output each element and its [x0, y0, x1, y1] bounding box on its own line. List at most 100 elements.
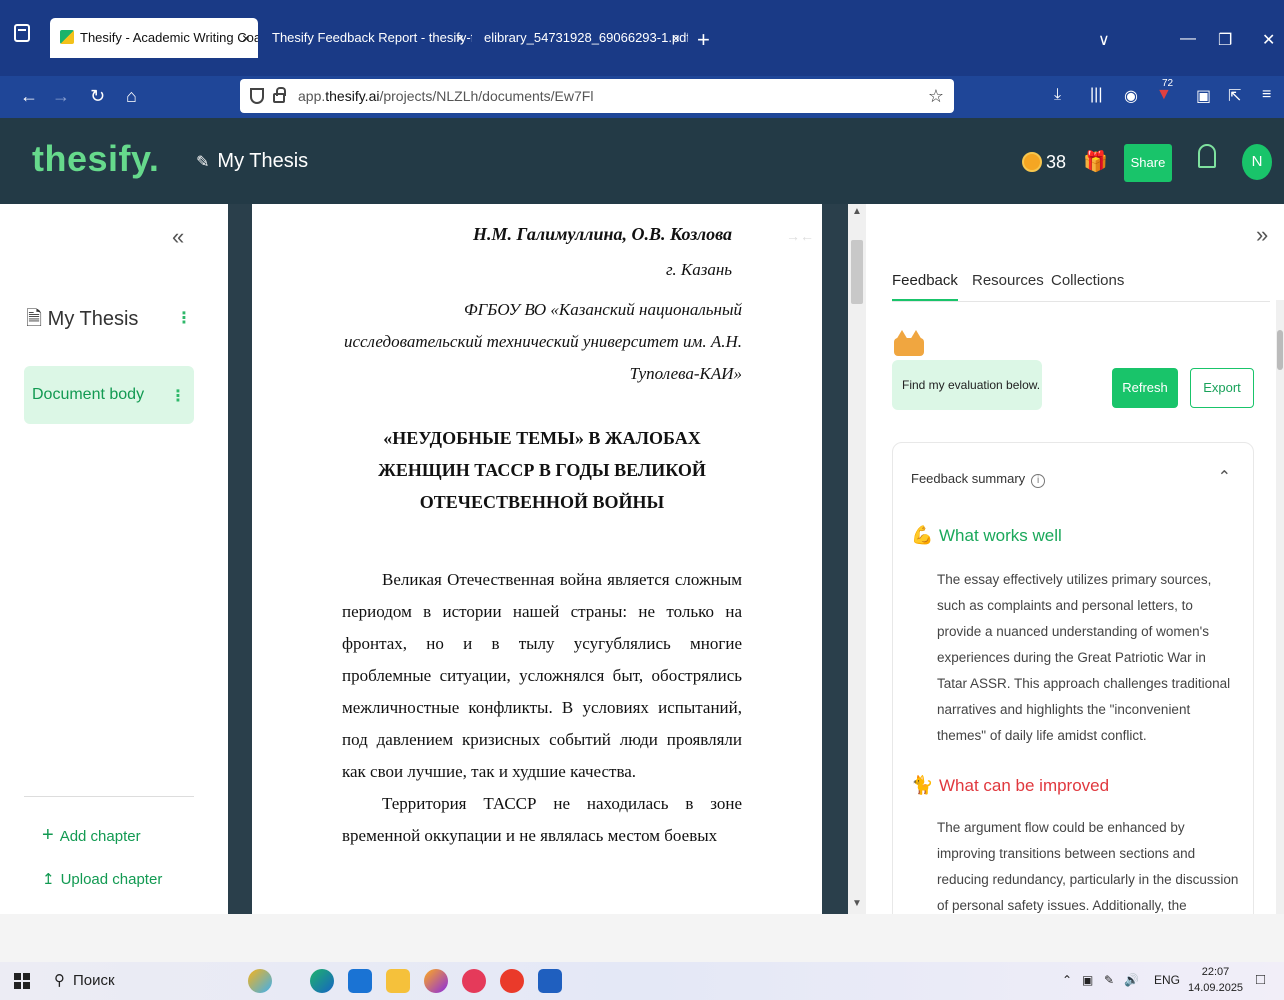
close-window-icon[interactable]: ✕	[1262, 30, 1275, 50]
back-icon[interactable]: ←	[20, 85, 38, 107]
logo-pane	[23, 973, 30, 980]
works-well-title: What works well	[939, 526, 1062, 545]
close-tab-icon[interactable]: ×	[672, 18, 680, 58]
assistant-message: Find my evaluation below.	[892, 360, 1042, 410]
split-resize-icon[interactable]: →←	[786, 228, 814, 244]
pen-icon[interactable]: ✎	[1104, 973, 1114, 987]
works-well-text: The essay effectively utilizes primary s…	[937, 572, 1231, 743]
tab-pdf[interactable]: elibrary_54731928_69066293-1.pdf ×	[476, 18, 688, 58]
scroll-down-icon[interactable]: ▼	[852, 898, 862, 909]
export-button[interactable]: Export	[1190, 368, 1254, 408]
cat-mascot-icon	[894, 330, 924, 356]
logo-pane	[23, 982, 30, 989]
close-tab-icon[interactable]: ×	[242, 18, 250, 58]
collapse-panel-button[interactable]: »	[1256, 222, 1268, 248]
document-icon: 🗎	[26, 308, 43, 330]
clock[interactable]: 22:07 14.09.2025	[1188, 964, 1243, 996]
date: 14.09.2025	[1188, 982, 1244, 994]
document-viewer[interactable]: Н.М. Галимуллина, О.В. Козлова г. Казань…	[228, 204, 848, 914]
project-menu-icon[interactable]: ⋮	[176, 308, 192, 328]
chevron-up-icon[interactable]: ⌃	[1218, 467, 1231, 487]
tray-overflow-icon[interactable]: ⌃	[1062, 973, 1072, 987]
reload-icon[interactable]: ↻	[90, 85, 105, 107]
item-menu-icon[interactable]: ⋮	[170, 386, 186, 406]
url-path: /projects/NLZLh/documents/Ew7Fl	[379, 88, 594, 104]
app-header: thesify. ✎ My Thesis 38 🎁 Share N	[0, 118, 1284, 204]
add-chapter-button[interactable]: + Add chapter	[42, 824, 141, 847]
avatar[interactable]: N	[1242, 144, 1272, 180]
refresh-button[interactable]: Refresh	[1112, 368, 1178, 408]
improve-text: The argument flow could be enhanced by i…	[937, 820, 1239, 913]
upload-chapter-button[interactable]: ↥ Upload chapter	[42, 870, 162, 888]
reader-icon[interactable]: ▣	[1196, 86, 1211, 106]
document-body-text: Великая Отечественная война является сло…	[342, 564, 742, 852]
credits-count: 38	[1046, 152, 1067, 172]
extension-icon[interactable]: ▼ 72	[1156, 78, 1173, 104]
info-icon[interactable]: i	[1031, 474, 1046, 488]
url-prefix: app.	[298, 88, 326, 104]
search-icon: ⚲	[54, 972, 65, 989]
close-tab-icon[interactable]: ×	[456, 18, 464, 58]
address-bar[interactable]: app.thesify.ai/projects/NLZLh/documents/…	[240, 79, 954, 113]
lock-icon[interactable]	[273, 87, 286, 103]
taskbar-search[interactable]: ⚲ Поиск	[54, 966, 115, 996]
share-page-icon[interactable]: ⇱	[1228, 86, 1241, 106]
tab-collections[interactable]: Collections	[1051, 272, 1124, 289]
tab-resources[interactable]: Resources	[972, 272, 1044, 289]
account-icon[interactable]: ◉	[1124, 86, 1138, 106]
document-title: «НЕУДОБНЫЕ ТЕМЫ» В ЖАЛОБАХ ЖЕНЩИН ТАССР …	[378, 428, 706, 512]
scrollbar-thumb[interactable]	[851, 240, 863, 304]
scroll-up-icon[interactable]: ▲	[852, 206, 862, 217]
downloads-icon[interactable]: ⤓	[1054, 86, 1061, 104]
document-page[interactable]: Н.М. Галимуллина, О.В. Козлова г. Казань…	[252, 204, 822, 914]
forward-icon[interactable]: →	[52, 85, 70, 107]
tab-title: Thesify - Academic Writing Coa	[80, 30, 258, 45]
panel-tabs: Feedback Resources Collections	[892, 270, 1270, 302]
network-icon[interactable]: ▣	[1082, 973, 1093, 987]
coin-icon	[1022, 152, 1042, 172]
share-button[interactable]: Share	[1124, 144, 1172, 182]
tracking-shield-icon[interactable]	[250, 88, 264, 104]
word-icon[interactable]	[538, 969, 562, 993]
copilot-icon[interactable]	[248, 969, 272, 993]
restore-icon[interactable]: ❐	[1218, 30, 1232, 50]
cat-mascot-icon: 🐈	[911, 775, 934, 795]
collapse-sidebar-button[interactable]: «	[172, 224, 184, 250]
chapter-sidebar: « 🗎 My Thesis ⋮ Document body ⋮ + Add cha…	[0, 204, 228, 914]
windows-start-icon[interactable]	[14, 973, 30, 989]
file-explorer-icon[interactable]	[386, 969, 410, 993]
bookmark-star-icon[interactable]: ☆	[928, 79, 944, 113]
yandex-browser-icon[interactable]	[462, 969, 486, 993]
improve-title: What can be improved	[939, 776, 1110, 795]
volume-icon[interactable]: 🔊	[1124, 973, 1139, 987]
scrollbar-thumb[interactable]	[1277, 330, 1283, 370]
project-title[interactable]: ✎ My Thesis	[196, 150, 308, 173]
language-indicator[interactable]: ENG	[1154, 973, 1180, 987]
new-tab-button[interactable]: +	[697, 29, 710, 51]
gift-icon[interactable]: 🎁	[1083, 149, 1108, 174]
firefox-icon[interactable]	[424, 969, 448, 993]
tab-overflow-chevron-icon[interactable]: ∨	[1098, 30, 1110, 50]
sidebar-project[interactable]: 🗎 My Thesis	[26, 304, 138, 338]
tab-title: elibrary_54731928_69066293-1.pdf	[484, 30, 688, 45]
edge-icon[interactable]	[310, 969, 334, 993]
improve-heading: 🐈 What can be improved	[911, 775, 1109, 796]
library-icon[interactable]: |||	[1090, 86, 1102, 104]
tab-list-icon[interactable]	[14, 24, 30, 42]
minimize-icon[interactable]: —	[1180, 30, 1196, 48]
notifications-icon[interactable]: □	[1256, 971, 1265, 988]
thesify-logo[interactable]: thesify.	[32, 138, 159, 180]
sidebar-item-document-body[interactable]: Document body ⋮	[24, 366, 194, 424]
tab-thesify[interactable]: Thesify - Academic Writing Coa ×	[50, 18, 258, 58]
document-authors: Н.М. Галимуллина, О.В. Козлова	[472, 224, 732, 244]
yandex-icon[interactable]	[500, 969, 524, 993]
tab-feedback[interactable]: Feedback	[892, 272, 958, 301]
home-icon[interactable]: ⌂	[126, 85, 137, 107]
document-scrollbar[interactable]: ▲ ▼	[848, 204, 866, 914]
bell-icon[interactable]	[1198, 144, 1216, 168]
menu-icon[interactable]: ≡	[1262, 86, 1271, 104]
tab-feedback-report[interactable]: Thesify Feedback Report - thesify-fe ×	[264, 18, 472, 58]
panel-scrollbar[interactable]	[1276, 300, 1284, 914]
outlook-icon[interactable]	[348, 969, 372, 993]
logo-pane	[14, 982, 21, 989]
